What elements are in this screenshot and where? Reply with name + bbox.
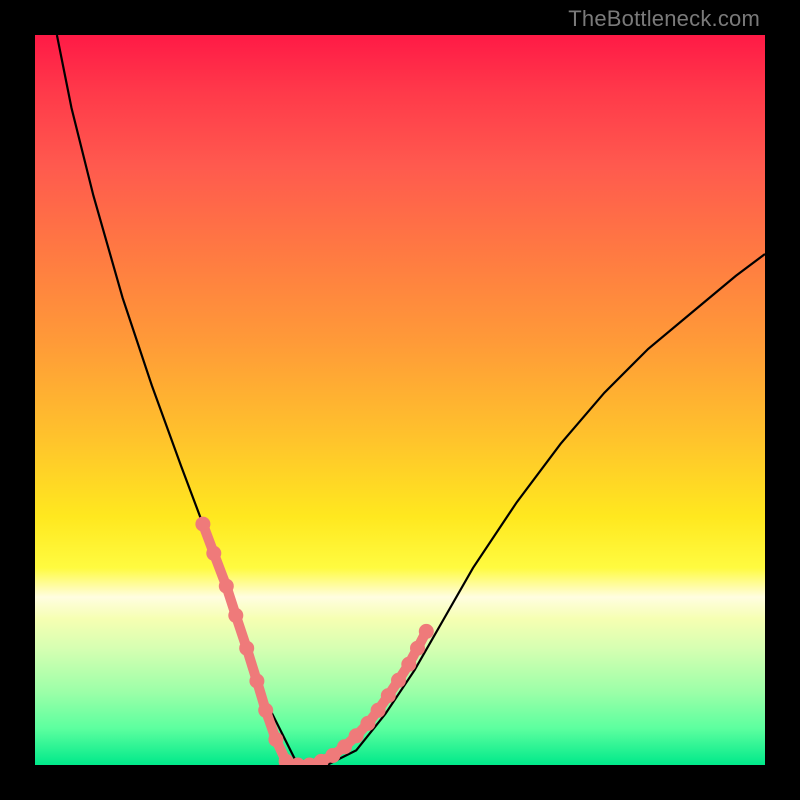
highlight-left-marker xyxy=(268,732,283,747)
highlight-right-marker xyxy=(337,739,352,754)
highlight-right-marker xyxy=(371,703,386,718)
highlight-right-marker xyxy=(360,716,375,731)
highlight-right-marker xyxy=(401,657,416,672)
highlight-right-marker xyxy=(381,688,396,703)
plot-overlay xyxy=(35,35,765,765)
highlight-right-marker xyxy=(410,641,425,656)
highlight-left-marker xyxy=(206,546,221,561)
attribution-label: TheBottleneck.com xyxy=(568,6,760,32)
highlight-left-marker xyxy=(249,674,264,689)
chart-frame: TheBottleneck.com xyxy=(0,0,800,800)
plot-area xyxy=(35,35,765,765)
highlight-left-marker xyxy=(219,579,234,594)
highlight-right-marker xyxy=(419,624,434,639)
highlight-right-marker xyxy=(349,728,364,743)
highlight-left-marker xyxy=(195,517,210,532)
highlight-left-marker xyxy=(239,641,254,656)
highlight-left-marker xyxy=(228,608,243,623)
highlight-right-marker xyxy=(391,673,406,688)
highlight-left-marker xyxy=(258,703,273,718)
highlight-right-stroke xyxy=(298,631,427,765)
